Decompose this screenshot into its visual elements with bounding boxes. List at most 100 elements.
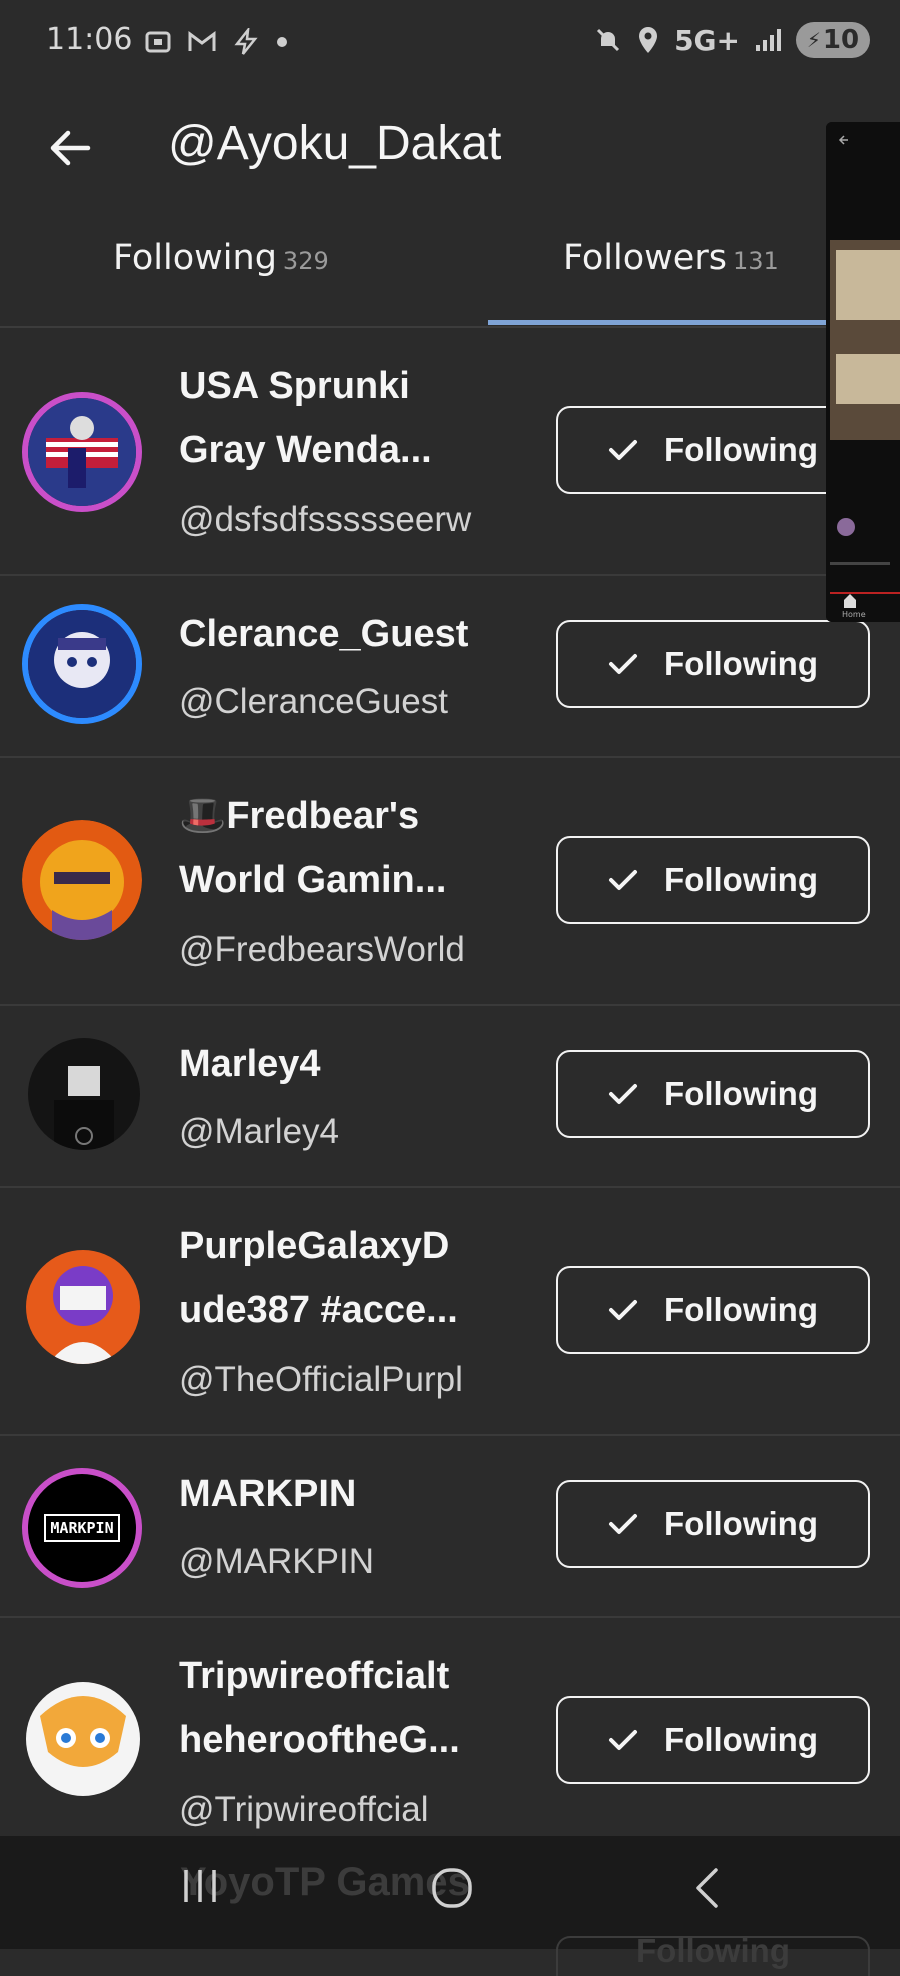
dot-icon: [276, 37, 287, 47]
user-name-line1: Marley4: [179, 1043, 321, 1085]
pip-video-overlay[interactable]: Home: [826, 122, 900, 622]
network-label: 5G+: [674, 23, 740, 57]
following-button-label: Following: [664, 1721, 818, 1758]
system-nav-bar: YoyoTP Games Following: [0, 1836, 900, 1976]
user-name-line2: ude387 #acce...: [179, 1289, 458, 1331]
check-icon: [609, 1300, 638, 1320]
user-name-line1: USA Sprunki: [179, 365, 410, 407]
recents-button[interactable]: [180, 1866, 220, 1910]
following-button-label: Following: [664, 645, 818, 682]
avatar[interactable]: [26, 1250, 140, 1364]
following-button[interactable]: Following: [556, 836, 870, 924]
check-icon: [609, 654, 638, 674]
check-icon: [609, 1730, 638, 1750]
user-name-line2: World Gamin...: [179, 859, 447, 901]
pip-content: [826, 122, 900, 622]
user-handle: @TheOfficialPurpl: [179, 1360, 463, 1399]
user-name-line2: heherooftheG...: [179, 1719, 460, 1761]
avatar[interactable]: [26, 1682, 140, 1796]
following-button[interactable]: Following: [556, 1050, 870, 1138]
check-icon: [609, 440, 638, 460]
partial-following-button[interactable]: Following: [556, 1936, 870, 1976]
follower-list[interactable]: USA Sprunki Gray Wenda... @dsfsdfsssssee…: [0, 328, 900, 1864]
user-name: Marley4: [179, 1032, 519, 1096]
status-bar: 11:06 5G+ ⚡ 10: [0, 0, 900, 88]
nav-back-button[interactable]: [690, 1866, 724, 1914]
following-button[interactable]: Following: [556, 620, 870, 708]
location-icon: [639, 27, 658, 53]
tab-bar: Following 329 Followers 131: [0, 218, 900, 328]
user-name-line1: Tripwireoffcialt: [179, 1655, 450, 1697]
partial-following-label: Following: [636, 1936, 790, 1969]
user-name-line1: 🎩Fredbear's: [179, 795, 420, 837]
user-name-line2: Gray Wenda...: [179, 429, 432, 471]
avatar-image: [28, 610, 136, 718]
list-item[interactable]: PurpleGalaxyD ude387 #acce... @TheOffici…: [0, 1188, 900, 1436]
user-handle: @Marley4: [179, 1112, 340, 1151]
back-button[interactable]: [40, 118, 100, 178]
home-button[interactable]: [430, 1866, 474, 1914]
user-handle: @CleranceGuest: [179, 682, 448, 721]
list-item[interactable]: 🎩Fredbear's World Gamin... @FredbearsWor…: [0, 758, 900, 1006]
user-name: Tripwireoffcialt heherooftheG...: [179, 1644, 519, 1772]
status-time: 11:06: [46, 22, 133, 57]
following-button[interactable]: Following: [556, 1266, 870, 1354]
avatar-image: [28, 1038, 140, 1150]
following-button-label: Following: [664, 861, 818, 898]
app-bar: @Ayoku_Dakat: [0, 88, 900, 218]
following-button[interactable]: Following: [556, 1480, 870, 1568]
tab-following-label: Following: [113, 238, 277, 278]
battery-level: 10: [822, 25, 860, 55]
avatar-image: [26, 1682, 140, 1796]
avatar[interactable]: [22, 392, 142, 512]
gmail-icon: [188, 31, 216, 51]
arrow-left-icon: [50, 130, 91, 166]
avatar[interactable]: [22, 820, 142, 940]
tab-followers[interactable]: Followers 131: [563, 238, 779, 278]
recents-icon: [184, 1870, 216, 1902]
list-item[interactable]: Marley4 @Marley4 Following: [0, 1006, 900, 1188]
signal-icon: [756, 29, 781, 51]
user-name: 🎩Fredbear's World Gamin...: [179, 784, 519, 912]
check-icon: [609, 1084, 638, 1104]
avatar[interactable]: [28, 1038, 140, 1150]
following-button-label: Following: [664, 1505, 818, 1542]
following-button-label: Following: [664, 1075, 818, 1112]
back-icon: [696, 1868, 718, 1908]
partial-user-name: YoyoTP Games: [180, 1860, 470, 1904]
avatar-text: MARKPIN: [44, 1514, 120, 1542]
user-name: PurpleGalaxyD ude387 #acce...: [179, 1214, 519, 1342]
pip-home-label: Home: [842, 610, 866, 619]
screenshot-icon: [145, 31, 171, 53]
avatar[interactable]: MARKPIN: [22, 1468, 142, 1588]
user-name-line1: Clerance_Guest: [179, 613, 469, 655]
tab-following[interactable]: Following 329: [113, 238, 329, 278]
user-name: Clerance_Guest: [179, 602, 519, 666]
user-handle: @dsfsdfssssseerw: [179, 500, 472, 539]
user-handle: @FredbearsWorld: [179, 930, 465, 969]
following-button[interactable]: Following: [556, 406, 870, 494]
user-handle: @MARKPIN: [179, 1542, 374, 1581]
following-button-label: Following: [664, 431, 818, 468]
list-item[interactable]: USA Sprunki Gray Wenda... @dsfsdfsssssee…: [0, 328, 900, 576]
battery-indicator: ⚡ 10: [796, 22, 870, 58]
check-icon: [609, 870, 638, 890]
avatar[interactable]: [22, 604, 142, 724]
list-item[interactable]: Clerance_Guest @CleranceGuest Following: [0, 576, 900, 758]
user-name: MARKPIN: [179, 1462, 519, 1526]
avatar-image: [22, 820, 142, 940]
home-icon: [432, 1868, 472, 1908]
user-name: USA Sprunki Gray Wenda...: [179, 354, 519, 482]
avatar-image: [28, 398, 136, 506]
following-button-label: Following: [664, 1291, 818, 1328]
user-name-line1: PurpleGalaxyD: [179, 1225, 450, 1267]
avatar-image: [26, 1250, 140, 1364]
user-name-line1: MARKPIN: [179, 1473, 357, 1515]
user-handle: @Tripwireoffcial: [179, 1790, 429, 1829]
tab-following-count: 329: [282, 247, 329, 275]
mute-icon: [597, 28, 620, 52]
page-title: @Ayoku_Dakat: [168, 117, 502, 170]
list-item[interactable]: Tripwireoffcialt heherooftheG... @Tripwi…: [0, 1618, 900, 1864]
list-item[interactable]: MARKPIN MARKPIN @MARKPIN Following: [0, 1436, 900, 1618]
following-button[interactable]: Following: [556, 1696, 870, 1784]
